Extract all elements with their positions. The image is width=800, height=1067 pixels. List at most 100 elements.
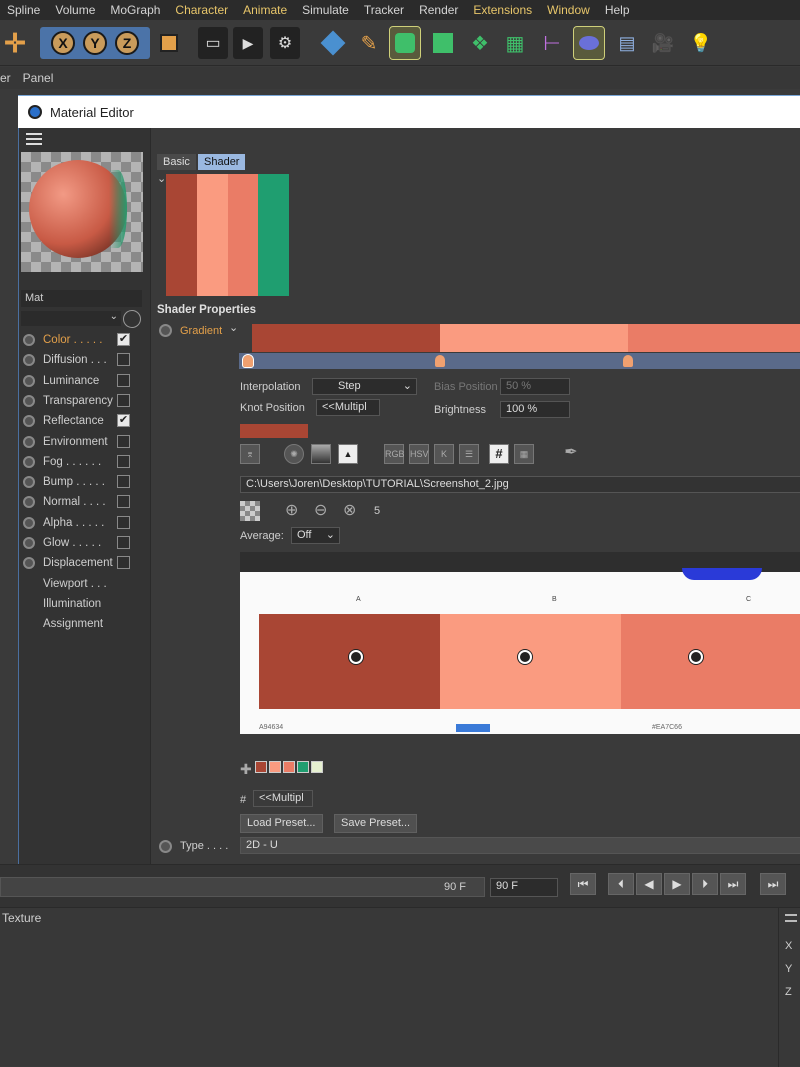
- gradient-knot[interactable]: [623, 355, 633, 367]
- palette-swatch[interactable]: [311, 761, 323, 773]
- go-to-end-icon[interactable]: ⏭: [760, 873, 786, 895]
- channel-radio-icon[interactable]: [23, 537, 35, 549]
- checker-icon[interactable]: [240, 501, 260, 521]
- pick-material-icon[interactable]: [123, 310, 141, 328]
- channel-checkbox[interactable]: [117, 373, 130, 387]
- channel-bump[interactable]: Bump . . . . .: [23, 473, 147, 491]
- gradient-knot[interactable]: [242, 354, 254, 368]
- color-wheel-icon[interactable]: ✺: [284, 444, 304, 464]
- type-animate-icon[interactable]: [159, 840, 172, 853]
- channel-radio-icon[interactable]: [23, 516, 35, 529]
- palette-swatch[interactable]: [297, 761, 309, 773]
- material-name-field[interactable]: Mat: [21, 290, 142, 307]
- hex-value-field[interactable]: <<Multipl: [253, 790, 313, 807]
- channel-checkbox[interactable]: ✔: [117, 333, 130, 346]
- channel-checkbox[interactable]: [117, 353, 130, 367]
- cube-icon[interactable]: [318, 27, 348, 59]
- channel-checkbox[interactable]: [117, 515, 130, 529]
- material-dropdown[interactable]: ⌄: [21, 311, 121, 326]
- previous-frame-icon[interactable]: ◀: [636, 873, 662, 895]
- gradient-knot[interactable]: [435, 355, 445, 367]
- channel-checkbox[interactable]: ✔: [117, 414, 130, 428]
- channel-glow[interactable]: Glow . . . . .: [23, 534, 147, 552]
- menu-spline[interactable]: Spline: [0, 3, 48, 17]
- channel-radio-icon[interactable]: [23, 374, 35, 387]
- subdivision-icon[interactable]: [389, 26, 421, 60]
- channel-checkbox[interactable]: [117, 454, 130, 468]
- palette-swatch[interactable]: [283, 761, 295, 773]
- mograph-cubes-icon[interactable]: ▦: [500, 27, 530, 59]
- color-sample-target-icon[interactable]: [518, 650, 532, 664]
- channel-checkbox[interactable]: [117, 475, 130, 489]
- add-icon[interactable]: ⊕: [285, 500, 298, 520]
- palette-swatch[interactable]: [255, 761, 267, 773]
- channel-transparency[interactable]: Transparency: [23, 392, 147, 410]
- play-icon[interactable]: ▶: [664, 873, 690, 895]
- channel-color[interactable]: Color . . . . . ✔: [23, 331, 147, 349]
- render-picture-viewer-icon[interactable]: ▶: [233, 27, 263, 59]
- previous-key-icon[interactable]: ⏴: [608, 873, 634, 895]
- channel-radio-icon[interactable]: [23, 415, 35, 428]
- channel-checkbox[interactable]: [117, 393, 130, 407]
- channel-radio-icon[interactable]: [23, 435, 35, 448]
- material-preview[interactable]: [21, 152, 143, 272]
- pen-spline-icon[interactable]: ✎: [354, 27, 384, 59]
- menu-help[interactable]: Help: [598, 3, 638, 17]
- image-file-path[interactable]: C:\Users\Joren\Desktop\TUTORIAL\Screensh…: [240, 476, 800, 493]
- channel-assignment[interactable]: Assignment: [23, 615, 147, 633]
- y-axis-button[interactable]: Y: [83, 31, 107, 55]
- channel-radio-icon[interactable]: [23, 394, 35, 407]
- channel-radio-icon[interactable]: [23, 496, 35, 509]
- collapse-color-icon[interactable]: ⌆: [240, 444, 260, 464]
- menu-tracker[interactable]: Tracker: [357, 3, 412, 17]
- next-frame-icon[interactable]: ⏵: [692, 873, 718, 895]
- channel-luminance[interactable]: Luminance: [23, 372, 147, 390]
- extrude-icon[interactable]: [428, 27, 458, 59]
- menu-mograph[interactable]: MoGraph: [103, 3, 168, 17]
- channel-normal[interactable]: Normal . . . .: [23, 493, 147, 511]
- next-key-icon[interactable]: ⏭: [720, 873, 746, 895]
- menu-character[interactable]: Character: [168, 3, 236, 17]
- brightness-field[interactable]: 100 %: [500, 401, 570, 418]
- clear-icon[interactable]: ⊗: [343, 500, 356, 520]
- menu-simulate[interactable]: Simulate: [295, 3, 357, 17]
- interpolation-dropdown[interactable]: Step ⌄: [312, 378, 417, 395]
- channel-radio-icon[interactable]: [23, 476, 35, 489]
- color-sample-target-icon[interactable]: [349, 650, 363, 664]
- channel-radio-icon[interactable]: [23, 334, 35, 346]
- bias-position-field[interactable]: 50 %: [500, 378, 570, 395]
- mograph-cloner-icon[interactable]: ❖: [465, 27, 495, 59]
- camera-icon[interactable]: 🎥: [648, 27, 678, 59]
- menu-render[interactable]: Render: [412, 3, 466, 17]
- swatches-icon[interactable]: ▦: [514, 444, 534, 464]
- go-to-start-icon[interactable]: ⏮: [570, 873, 596, 895]
- hsv-mode-button[interactable]: HSV: [409, 444, 429, 464]
- hamburger-menu-icon[interactable]: [26, 133, 42, 145]
- channel-alpha[interactable]: Alpha . . . . .: [23, 514, 147, 532]
- image-picker-icon[interactable]: ▲: [338, 444, 358, 464]
- collapse-chevron-icon[interactable]: ⌄: [157, 172, 166, 185]
- spectrum-icon[interactable]: [311, 444, 331, 464]
- channel-reflectance[interactable]: Reflectance ✔: [23, 412, 147, 430]
- gradient-expand-chevron-icon[interactable]: ⌄: [229, 321, 238, 334]
- average-dropdown[interactable]: Off ⌄: [291, 527, 340, 544]
- move-tool-icon[interactable]: ✛: [0, 27, 30, 59]
- x-axis-button[interactable]: X: [51, 31, 75, 55]
- mixer-icon[interactable]: ☰: [459, 444, 479, 464]
- rgb-mode-button[interactable]: RGB: [384, 444, 405, 464]
- floor-icon[interactable]: ▤: [612, 27, 642, 59]
- z-axis-button[interactable]: Z: [115, 31, 139, 55]
- channel-diffusion[interactable]: Diffusion . . .: [23, 351, 147, 369]
- channel-illumination[interactable]: Illumination: [23, 595, 147, 613]
- end-frame-field[interactable]: 90 F: [490, 878, 558, 897]
- menu-volume[interactable]: Volume: [48, 3, 103, 17]
- palette-swatch[interactable]: [269, 761, 281, 773]
- menu-icon[interactable]: [785, 914, 797, 922]
- channel-radio-icon[interactable]: [23, 455, 35, 468]
- knot-color-swatch[interactable]: [240, 424, 308, 438]
- channel-checkbox[interactable]: [117, 556, 130, 570]
- channel-environment[interactable]: Environment: [23, 433, 147, 451]
- save-preset-button[interactable]: Save Preset...: [334, 814, 418, 833]
- light-icon[interactable]: 💡: [686, 27, 716, 59]
- deformer-icon[interactable]: ⊢: [537, 27, 567, 59]
